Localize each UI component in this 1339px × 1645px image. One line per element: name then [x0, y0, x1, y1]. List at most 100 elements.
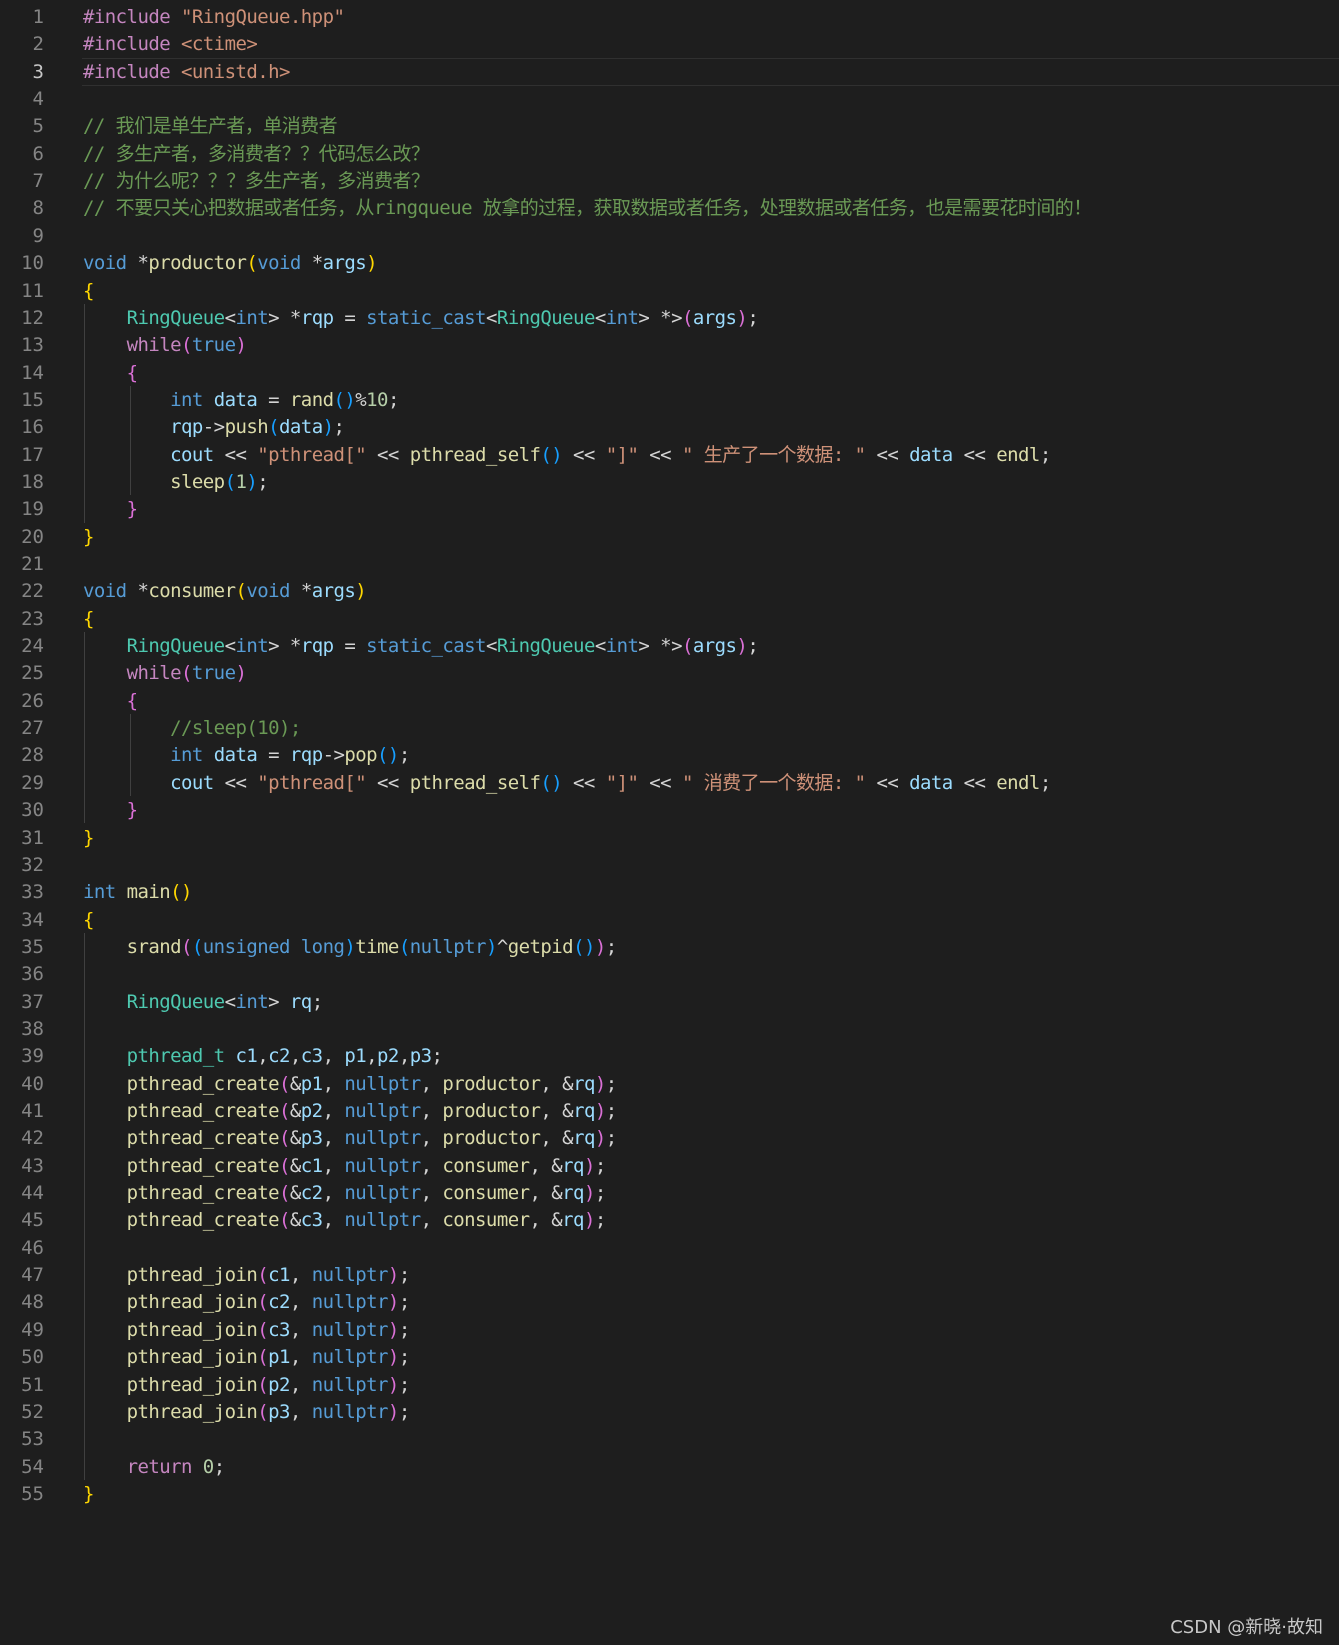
code-line[interactable]: 45 pthread_create(&c3, nullptr, consumer… [0, 1206, 1339, 1235]
code-line[interactable]: 46 [0, 1234, 1339, 1263]
code-line[interactable]: 2 #include <ctime> [0, 30, 1339, 59]
code-line[interactable]: 25 while(true) [0, 659, 1339, 688]
code-line[interactable]: 32 [0, 851, 1339, 880]
code-line[interactable]: 36 [0, 960, 1339, 989]
code-line[interactable]: 47 pthread_join(c1, nullptr); [0, 1261, 1339, 1290]
code-line[interactable]: 38 [0, 1015, 1339, 1044]
code-line[interactable]: 14 { [0, 359, 1339, 388]
code-token: p3 [300, 1127, 323, 1150]
code-line[interactable]: 44 pthread_create(&c2, nullptr, consumer… [0, 1179, 1339, 1208]
code-line[interactable]: 34 { [0, 906, 1339, 935]
code-line[interactable]: 21 [0, 550, 1339, 579]
code-line[interactable]: 19 } [0, 495, 1339, 524]
line-number: 20 [21, 525, 44, 548]
code-line[interactable]: 5 // 我们是单生产者，单消费者 [0, 112, 1339, 141]
code-line[interactable]: 55} [0, 1480, 1339, 1509]
code-line[interactable]: 13 while(true) [0, 331, 1339, 360]
line-number: 9 [32, 224, 44, 247]
code-token: rq [573, 1072, 595, 1095]
line-number: 21 [21, 553, 44, 575]
line-code: pthread_create(&p1, nullptr, productor, … [83, 1070, 618, 1099]
code-line[interactable]: 53 [0, 1425, 1339, 1454]
code-editor[interactable]: 1 #include "RingQueue.hpp" 2 #include <ctim… [0, 0, 1339, 1645]
line-number: 35 [21, 935, 44, 958]
line-code: } [83, 495, 138, 524]
code-token: , [257, 1045, 269, 1068]
code-line[interactable]: 42 pthread_create(&p3, nullptr, producto… [0, 1124, 1339, 1153]
code-line[interactable]: 52 pthread_join(p3, nullptr); [0, 1398, 1339, 1427]
code-token: cout [170, 771, 214, 794]
code-line[interactable]: 15 int data = rand()%10; [0, 386, 1339, 415]
line-number: 41 [21, 1100, 44, 1122]
code-token: , [289, 1045, 301, 1068]
code-line[interactable]: 51 pthread_join(p2, nullptr); [0, 1371, 1339, 1400]
code-line[interactable]: 16 rqp->push(data); [0, 413, 1339, 442]
line-number: 45 [21, 1209, 44, 1232]
code-token: , [420, 1100, 443, 1122]
code-line[interactable]: 22 void *consumer(void *args) [0, 577, 1339, 606]
code-line[interactable]: 40 pthread_create(&p1, nullptr, producto… [0, 1070, 1339, 1099]
code-line[interactable]: 30 } [0, 796, 1339, 825]
line-number: 49 [21, 1318, 44, 1341]
code-token: < [224, 990, 236, 1013]
code-line[interactable]: 18 sleep(1); [0, 468, 1339, 497]
code-token: = [257, 744, 290, 767]
code-token: * [300, 580, 312, 603]
code-line[interactable]: 6 // 多生产者，多消费者？？代码怎么改？ [0, 140, 1339, 169]
code-token: int [170, 744, 214, 767]
code-line[interactable]: 50 pthread_join(p1, nullptr); [0, 1343, 1339, 1372]
code-line[interactable]: 41 pthread_create(&p2, nullptr, producto… [0, 1097, 1339, 1126]
code-token: pthread_create [126, 1182, 280, 1205]
code-token: ) [387, 1291, 399, 1314]
code-token: ) [736, 306, 748, 329]
code-line[interactable]: 49 pthread_join(c3, nullptr); [0, 1316, 1339, 1345]
code-line[interactable]: 24 RingQueue<int> *rqp = static_cast<Rin… [0, 632, 1339, 661]
code-token: c1 [268, 1264, 290, 1287]
code-line[interactable]: 4 [0, 85, 1339, 114]
code-line[interactable]: 37 RingQueue<int> rq; [0, 988, 1339, 1017]
code-line[interactable]: 43 pthread_create(&c1, nullptr, consumer… [0, 1152, 1339, 1181]
code-line[interactable]: 17 cout << "pthread[" << pthread_self() … [0, 441, 1339, 470]
code-token: consumer [442, 1182, 530, 1205]
code-line[interactable]: 26 { [0, 687, 1339, 716]
code-line[interactable]: 29 cout << "pthread[" << pthread_self() … [0, 769, 1339, 798]
code-line[interactable]: 28 int data = rqp->pop(); [0, 741, 1339, 770]
code-token: consumer [148, 580, 236, 603]
code-line[interactable]: 10 void *productor(void *args) [0, 249, 1339, 278]
code-line[interactable]: 48 pthread_join(c2, nullptr); [0, 1288, 1339, 1317]
code-token: nullptr [344, 1154, 421, 1177]
code-token: = [257, 388, 290, 411]
code-line[interactable]: 1 #include "RingQueue.hpp" [0, 3, 1339, 32]
code-line[interactable]: 7 // 为什么呢？？？多生产者，多消费者？ [0, 167, 1339, 196]
code-token: int [605, 635, 639, 658]
code-line[interactable]: 20} [0, 523, 1339, 552]
code-line[interactable]: 31} [0, 824, 1339, 853]
code-line[interactable]: 3 #include <unistd.h> [0, 57, 1339, 87]
code-token: ) [246, 470, 258, 493]
code-token: , & [540, 1127, 574, 1150]
code-line[interactable]: 9 [0, 222, 1339, 251]
code-line[interactable]: 12 RingQueue<int> *rqp = static_cast<Rin… [0, 304, 1339, 333]
code-token: ( [257, 1264, 269, 1287]
code-token: time [355, 935, 399, 958]
code-token: ( [181, 334, 192, 357]
code-token: void [246, 580, 301, 603]
code-line[interactable]: 11 { [0, 277, 1339, 306]
code-token: while [126, 334, 182, 357]
code-token: while [126, 662, 182, 685]
code-line[interactable]: 33 int main() [0, 878, 1339, 907]
code-line[interactable]: 54 return 0; [0, 1453, 1339, 1482]
code-token: ) [387, 1264, 399, 1287]
code-token: , & [529, 1209, 563, 1232]
code-token: int [83, 881, 127, 904]
code-line[interactable]: 35 srand((unsigned long)time(nullptr)^ge… [0, 933, 1339, 962]
code-line[interactable]: 23 { [0, 605, 1339, 634]
code-line[interactable]: 27 //sleep(10); [0, 714, 1339, 743]
code-line[interactable]: 8 // 不要只关心把数据或者任务，从ringqueue 放拿的过程，获取数据或者… [0, 194, 1339, 223]
code-token: int [235, 635, 269, 658]
code-token: data [909, 771, 953, 794]
code-line[interactable]: 39 pthread_t c1,c2,c3, p1,p2,p3; [0, 1042, 1339, 1071]
